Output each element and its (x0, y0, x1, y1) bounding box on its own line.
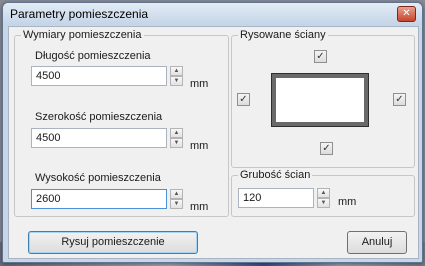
height-label: Wysokość pomieszczenia (35, 172, 161, 184)
height-input[interactable]: 2600 (31, 189, 167, 209)
length-label: Długość pomieszczenia (35, 50, 151, 62)
walls-group: Rysowane ściany ✓ ✓ ✓ ✓ (231, 29, 415, 168)
width-increment-button[interactable]: ▲ (170, 128, 183, 138)
arrow-up-icon: ▲ (320, 190, 327, 196)
close-button[interactable]: ✕ (397, 6, 416, 22)
thickness-group-title: Grubość ścian (238, 169, 313, 181)
length-decrement-button[interactable]: ▼ (170, 76, 183, 86)
width-input[interactable]: 4500 (31, 128, 167, 148)
thickness-increment-button[interactable]: ▲ (317, 188, 330, 198)
length-stepper[interactable]: ▲ ▼ (170, 66, 183, 86)
title-bar: Parametry pomieszczenia ✕ (3, 3, 422, 25)
checkmark-icon: ✓ (322, 143, 331, 154)
dimensions-group: Wymiary pomieszczenia Długość pomieszcze… (14, 29, 229, 217)
width-unit: mm (190, 140, 209, 152)
checkmark-icon: ✓ (239, 94, 248, 105)
width-label: Szerokość pomieszczenia (35, 111, 163, 123)
width-stepper[interactable]: ▲ ▼ (170, 128, 183, 148)
walls-group-title: Rysowane ściany (238, 29, 328, 41)
length-unit: mm (190, 78, 209, 90)
arrow-down-icon: ▼ (320, 200, 327, 206)
draw-room-button[interactable]: Rysuj pomieszczenie (28, 231, 198, 254)
wall-left-checkbox[interactable]: ✓ (237, 93, 250, 106)
checkmark-icon: ✓ (316, 51, 325, 62)
thickness-stepper[interactable]: ▲ ▼ (317, 188, 330, 208)
thickness-input[interactable]: 120 (238, 188, 314, 208)
arrow-up-icon: ▲ (173, 68, 180, 74)
length-increment-button[interactable]: ▲ (170, 66, 183, 76)
arrow-down-icon: ▼ (173, 78, 180, 84)
wall-top-checkbox[interactable]: ✓ (314, 50, 327, 63)
dimensions-group-title: Wymiary pomieszczenia (21, 29, 144, 41)
width-decrement-button[interactable]: ▼ (170, 138, 183, 148)
thickness-decrement-button[interactable]: ▼ (317, 198, 330, 208)
window-title: Parametry pomieszczenia (10, 7, 149, 21)
dialog-client-area: Wymiary pomieszczenia Długość pomieszcze… (8, 26, 419, 259)
wall-bottom-checkbox[interactable]: ✓ (320, 142, 333, 155)
thickness-group: Grubość ścian 120 ▲ ▼ mm (231, 169, 415, 217)
height-unit: mm (190, 201, 209, 213)
arrow-up-icon: ▲ (173, 130, 180, 136)
height-increment-button[interactable]: ▲ (170, 189, 183, 199)
arrow-down-icon: ▼ (173, 140, 180, 146)
cancel-button[interactable]: Anuluj (347, 231, 407, 254)
close-icon: ✕ (402, 8, 411, 19)
height-decrement-button[interactable]: ▼ (170, 199, 183, 209)
room-preview (271, 73, 369, 127)
length-input[interactable]: 4500 (31, 66, 167, 86)
height-stepper[interactable]: ▲ ▼ (170, 189, 183, 209)
thickness-unit: mm (338, 196, 357, 208)
dialog-window: Parametry pomieszczenia ✕ Wymiary pomies… (2, 2, 423, 263)
arrow-down-icon: ▼ (173, 201, 180, 207)
checkmark-icon: ✓ (395, 94, 404, 105)
wall-right-checkbox[interactable]: ✓ (393, 93, 406, 106)
arrow-up-icon: ▲ (173, 191, 180, 197)
